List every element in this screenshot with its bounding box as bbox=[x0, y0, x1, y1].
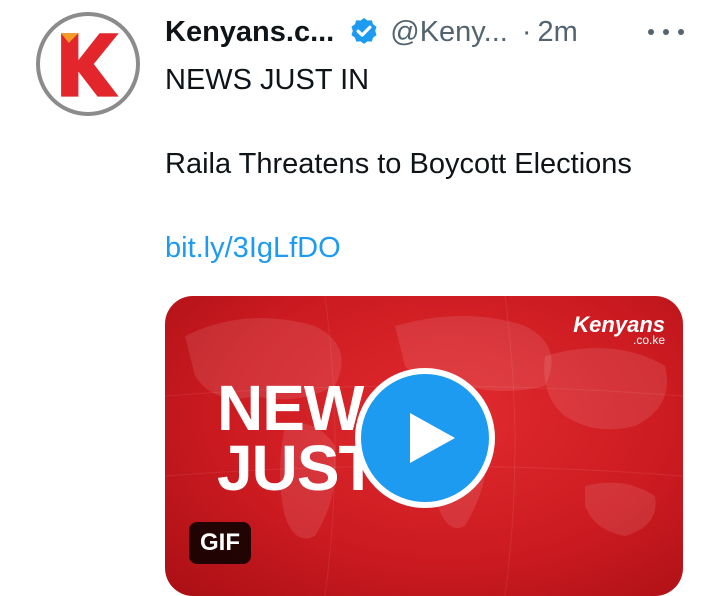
media-brand-logo: Kenyans .co.ke bbox=[573, 314, 665, 347]
play-button[interactable] bbox=[355, 368, 495, 508]
author-avatar[interactable] bbox=[36, 12, 140, 116]
author-name[interactable]: Kenyans.c... bbox=[165, 16, 334, 49]
play-icon bbox=[410, 413, 455, 463]
tweet-text-line-1: NEWS JUST IN bbox=[165, 64, 370, 96]
author-handle[interactable]: @Keny... bbox=[390, 16, 508, 49]
more-dot bbox=[648, 29, 654, 35]
tweet-text-line-2: Raila Threatens to Boycott Elections bbox=[165, 148, 632, 180]
media-headline-line-2: JUST bbox=[217, 432, 378, 504]
gif-badge: GIF bbox=[189, 522, 251, 564]
tweet-header: Kenyans.c... @Keny... · 2m bbox=[165, 14, 578, 50]
more-options-icon[interactable] bbox=[648, 24, 684, 40]
separator-dot: · bbox=[521, 15, 532, 48]
gif-media[interactable]: Kenyans .co.ke NEW JUST GIF bbox=[165, 296, 683, 596]
tweet-link[interactable]: bit.ly/3IgLfDO bbox=[165, 232, 341, 265]
kenyans-logo-icon bbox=[61, 33, 119, 97]
media-headline: NEW JUST bbox=[217, 372, 378, 504]
more-dot bbox=[663, 29, 669, 35]
more-dot bbox=[678, 29, 684, 35]
verified-badge-icon bbox=[351, 18, 377, 44]
media-headline-line-1: NEW bbox=[217, 372, 364, 444]
tweet-timestamp[interactable]: 2m bbox=[537, 16, 577, 49]
